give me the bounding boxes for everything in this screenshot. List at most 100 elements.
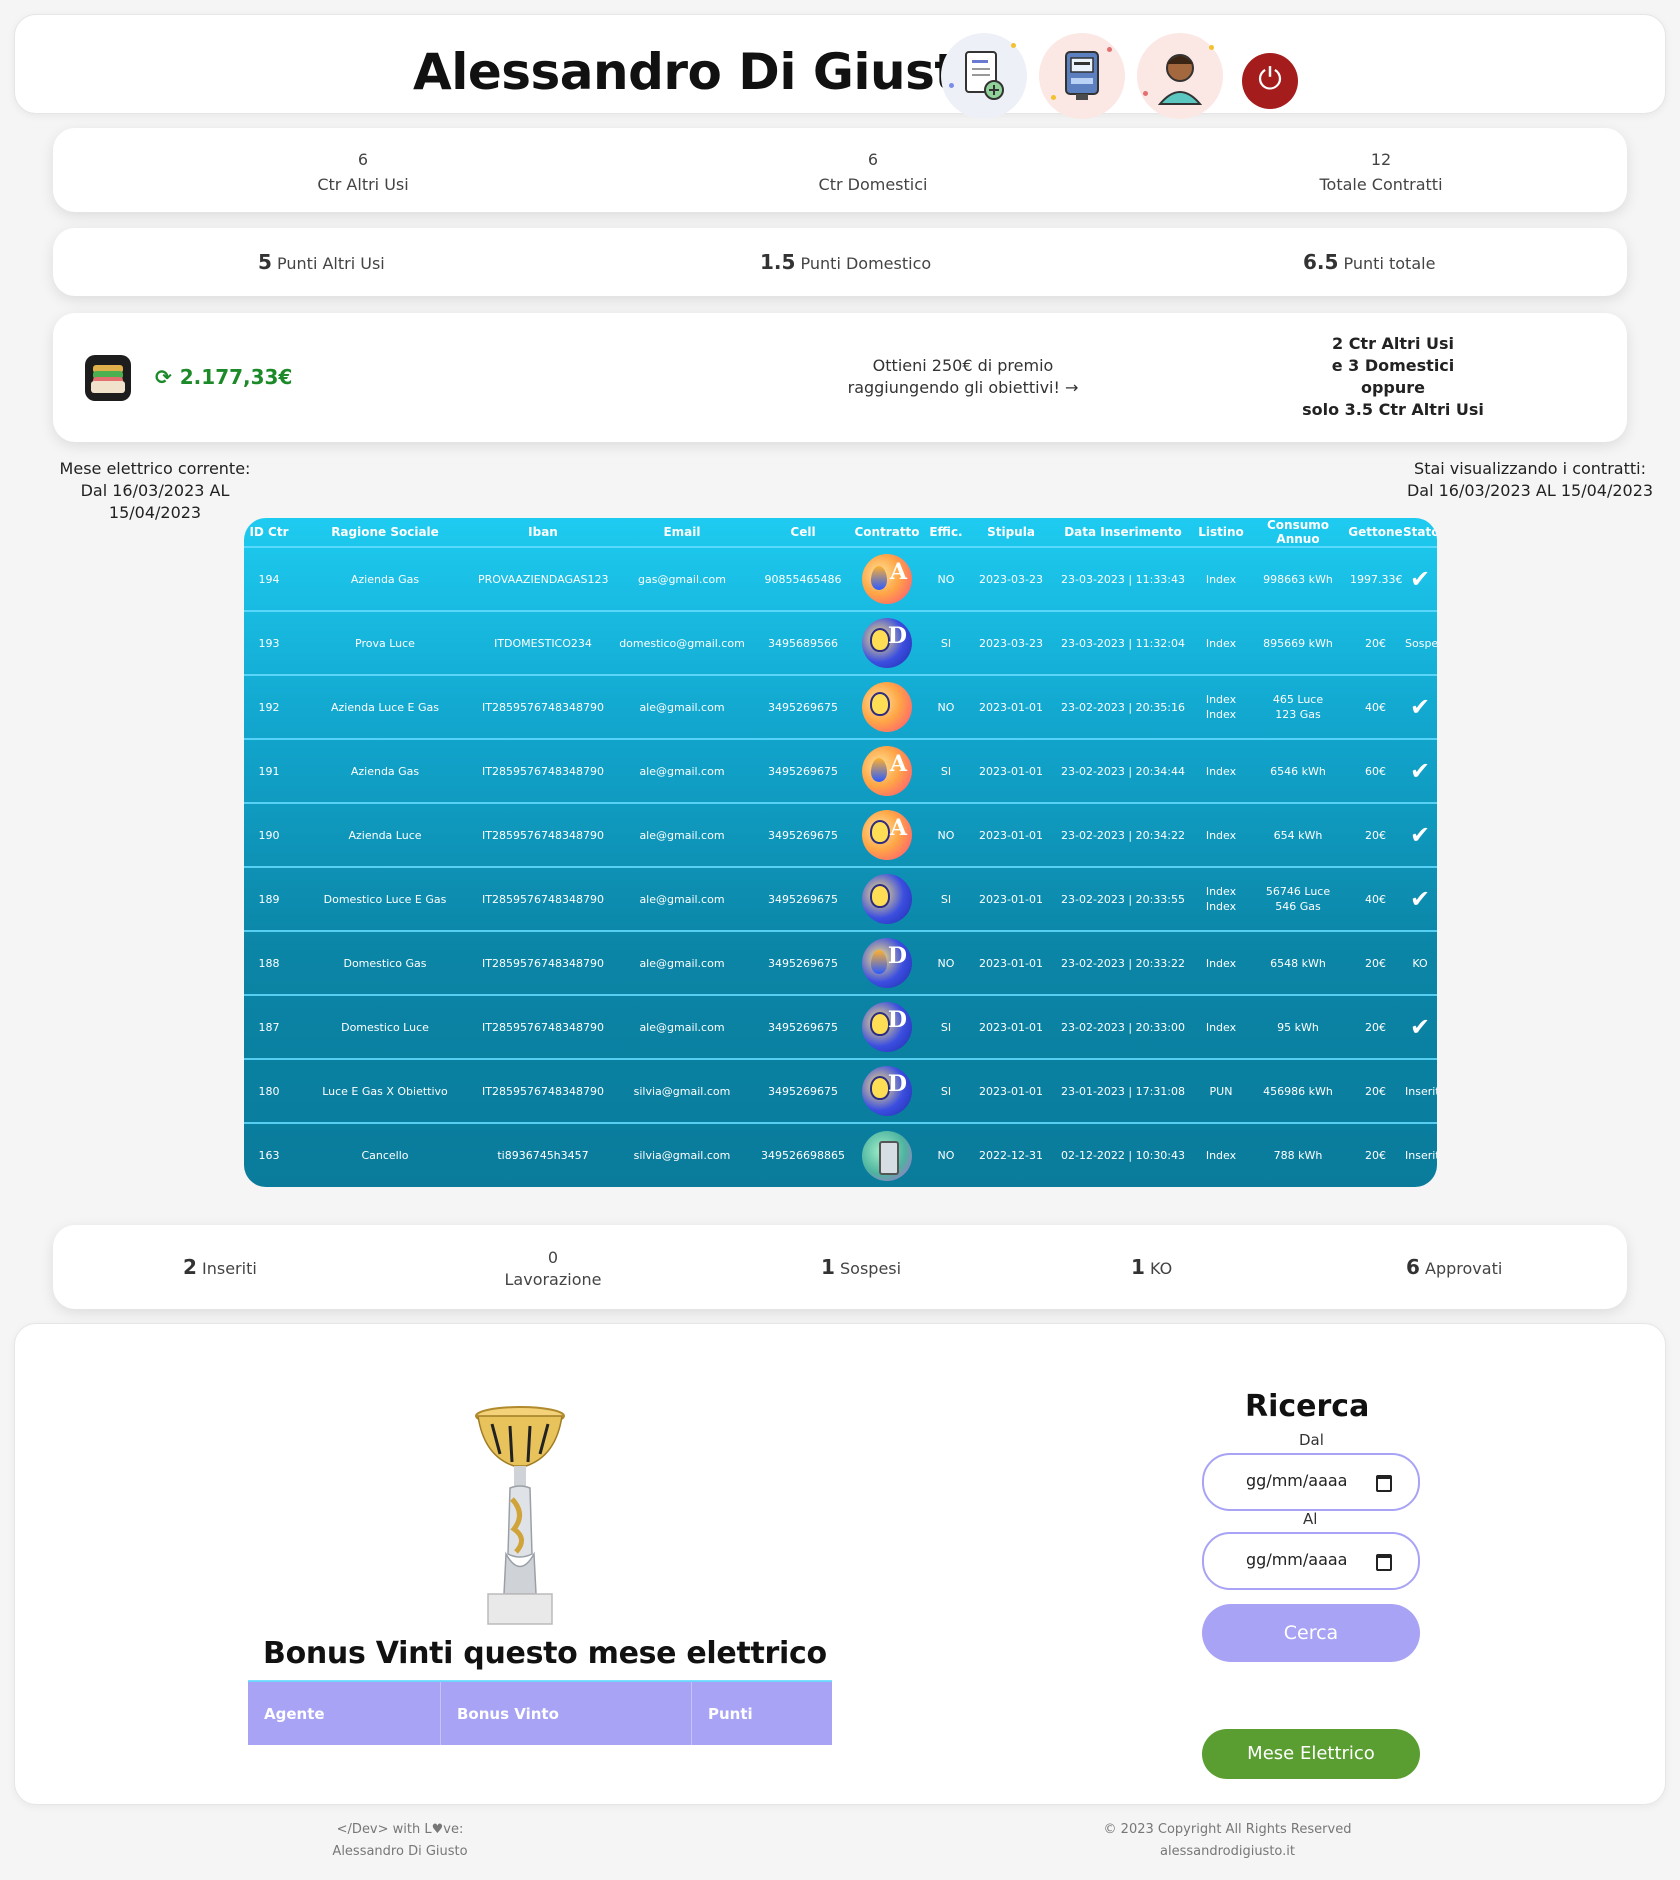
- cell-iban: IT2859576748348790: [482, 1020, 604, 1034]
- stat-domestici: 6 Ctr Domestici: [818, 150, 928, 194]
- gas-icon: A: [862, 554, 912, 604]
- cell-data-inserimento: 23-02-2023 | 20:33:00: [1060, 1020, 1186, 1034]
- calendar-icon[interactable]: [1376, 1475, 1392, 1492]
- cell-gettone: 40€: [1365, 700, 1386, 714]
- cell-listino-line: Index: [1205, 1020, 1237, 1034]
- footer-copyright: © 2023 Copyright All Rights Reserved ale…: [1080, 1819, 1375, 1863]
- cell-consumo-line: 56746 Luce: [1265, 885, 1331, 898]
- contract-type-letter: D: [887, 1071, 907, 1097]
- cell-listino: Index: [1194, 1123, 1248, 1187]
- cell-contratto: D: [852, 931, 922, 995]
- prize-link[interactable]: Ottieni 250€ di premio raggiungendo gli …: [813, 355, 1113, 399]
- wallet-card: ⟳ 2.177,33€ Ottieni 250€ di premio raggiu…: [53, 313, 1627, 442]
- cell-contratto: A: [852, 547, 922, 611]
- date-to-input[interactable]: gg/mm/aaaa: [1202, 1532, 1420, 1590]
- cell-gettone: 40€: [1365, 892, 1386, 906]
- logout-power-button[interactable]: ⏻: [1242, 53, 1298, 109]
- cell-listino-line: Index: [1205, 636, 1237, 650]
- points-altri-usi: 5 Punti Altri Usi: [258, 250, 385, 274]
- cell-iban: IT2859576748348790: [482, 956, 604, 970]
- table-row[interactable]: 193 Prova Luce ITDOMESTICO234 domestico@gma…: [244, 611, 1437, 675]
- stat-altri-usi: 6 Ctr Altri Usi: [317, 150, 409, 194]
- cell-gettone: 20€: [1365, 828, 1386, 842]
- date-from-input[interactable]: gg/mm/aaaa: [1202, 1453, 1420, 1511]
- cell-ragione-sociale: Luce E Gas X Obiettivo: [322, 1084, 448, 1098]
- cell-consumo: 95 kWh: [1248, 995, 1348, 1059]
- cell-consumo-line: 456986 kWh: [1263, 1084, 1333, 1098]
- cell-listino-line: Index: [1205, 708, 1237, 721]
- cell-effic: NO: [937, 572, 955, 586]
- gas-icon: A: [862, 746, 912, 796]
- cell-phone: 3495269675: [768, 956, 838, 970]
- cell-listino: PUN: [1194, 1059, 1248, 1123]
- table-row[interactable]: 190 Azienda Luce IT2859576748348790 ale@gma…: [244, 803, 1437, 867]
- meter-icon[interactable]: [1039, 33, 1125, 119]
- cell-data-inserimento: 23-02-2023 | 20:35:16: [1060, 700, 1186, 714]
- table-row[interactable]: 180 Luce E Gas X Obiettivo IT2859576748348…: [244, 1059, 1437, 1123]
- cell-phone: 3495269675: [768, 892, 838, 906]
- cell-stipula: 2022-12-31: [979, 1149, 1043, 1162]
- table-row[interactable]: 192 Azienda Luce E Gas IT2859576748348790 a…: [244, 675, 1437, 739]
- cell-iban: PROVAAZIENDAGAS123: [478, 572, 609, 586]
- new-contract-icon[interactable]: [941, 33, 1027, 119]
- cell-listino-line: Index: [1205, 572, 1237, 586]
- status-inseriti: 2 Inseriti: [183, 1255, 257, 1279]
- cell-consumo-line: 123 Gas: [1275, 708, 1321, 721]
- status-approvati: 6 Approvati: [1406, 1255, 1503, 1279]
- cell-effic: SI: [940, 636, 952, 650]
- cell-id: 190: [258, 828, 280, 842]
- refresh-icon[interactable]: ⟳: [155, 365, 172, 389]
- cell-ragione-sociale: Azienda Gas: [350, 764, 420, 778]
- cell-stato: ✔: [1409, 756, 1431, 785]
- cell-email: ale@gmail.com: [639, 828, 725, 842]
- cell-email: silvia@gmail.com: [633, 1149, 731, 1162]
- bulb-icon: D: [862, 1066, 912, 1116]
- table-row[interactable]: 187 Domestico Luce IT2859576748348790 ale@g…: [244, 995, 1437, 1059]
- cell-phone: 3495269675: [768, 764, 838, 778]
- cell-stato: ✔: [1409, 820, 1431, 849]
- search-button[interactable]: Cerca: [1202, 1604, 1420, 1662]
- cell-contratto: [852, 675, 922, 739]
- contract-type-letter: A: [889, 815, 907, 841]
- cell-gettone: 20€: [1365, 956, 1386, 970]
- table-row[interactable]: 191 Azienda Gas IT2859576748348790 ale@gmai…: [244, 739, 1437, 803]
- footer-site-link[interactable]: alessandrodigiusto.it: [1080, 1841, 1375, 1863]
- cell-stipula: 2023-01-01: [979, 1084, 1043, 1098]
- table-header-row: ID Ctr Ragione Sociale Iban Email Cell C…: [244, 518, 1437, 547]
- contract-type-letter: D: [887, 1007, 907, 1033]
- cell-data-inserimento: 23-02-2023 | 20:33:55: [1060, 892, 1186, 906]
- cell-listino: Index: [1194, 931, 1248, 995]
- bonus-col-bonus: Bonus Vinto: [440, 1681, 692, 1745]
- table-row[interactable]: 189 Domestico Luce E Gas IT285957674834879…: [244, 867, 1437, 931]
- status-lavorazione: 0 Lavorazione: [504, 1248, 602, 1289]
- cell-email: ale@gmail.com: [639, 764, 725, 778]
- cell-email: ale@gmail.com: [639, 700, 725, 714]
- cell-data-inserimento: 23-02-2023 | 20:34:44: [1060, 764, 1186, 778]
- footer-dev: </Dev> with L♥ve: Alessandro Di Giusto: [332, 1822, 468, 1859]
- cell-stato: Sospeso: [1405, 636, 1437, 650]
- cell-effic: SI: [940, 892, 952, 906]
- cell-stato: Inserito: [1405, 1084, 1437, 1098]
- cell-iban: IT2859576748348790: [482, 700, 604, 714]
- cell-consumo: 654 kWh: [1248, 803, 1348, 867]
- points-domestico: 1.5 Punti Domestico: [760, 250, 932, 274]
- table-row[interactable]: 188 Domestico Gas IT2859576748348790 ale@gm…: [244, 931, 1437, 995]
- cell-iban: ITDOMESTICO234: [494, 636, 592, 650]
- bonus-col-punti: Punti: [691, 1681, 832, 1745]
- cell-stato: ✔: [1409, 884, 1431, 913]
- cell-gettone: 20€: [1365, 1020, 1386, 1034]
- cell-data-inserimento: 23-03-2023 | 11:33:43: [1060, 572, 1186, 586]
- table-row[interactable]: 194 Azienda Gas PROVAAZIENDAGAS123 gas@gmai…: [244, 547, 1437, 611]
- status-ko: 1 KO: [1131, 1255, 1173, 1279]
- contract-type-letter: D: [887, 623, 907, 649]
- cell-consumo: 56746 Luce 546 Gas: [1248, 867, 1348, 931]
- contract-type-letter: A: [889, 559, 907, 585]
- from-label: Dal: [1299, 1431, 1324, 1449]
- agent-avatar-icon[interactable]: [1137, 33, 1223, 119]
- calendar-icon[interactable]: [1376, 1554, 1392, 1571]
- cell-effic: SI: [940, 764, 952, 778]
- table-row[interactable]: 163 Cancello ti8936745h3457 silvia@gmail.co…: [244, 1123, 1437, 1187]
- electric-month-button[interactable]: Mese Elettrico: [1202, 1729, 1420, 1779]
- bulb-icon: D: [862, 618, 912, 668]
- cell-data-inserimento: 02-12-2022 | 10:30:43: [1060, 1149, 1186, 1162]
